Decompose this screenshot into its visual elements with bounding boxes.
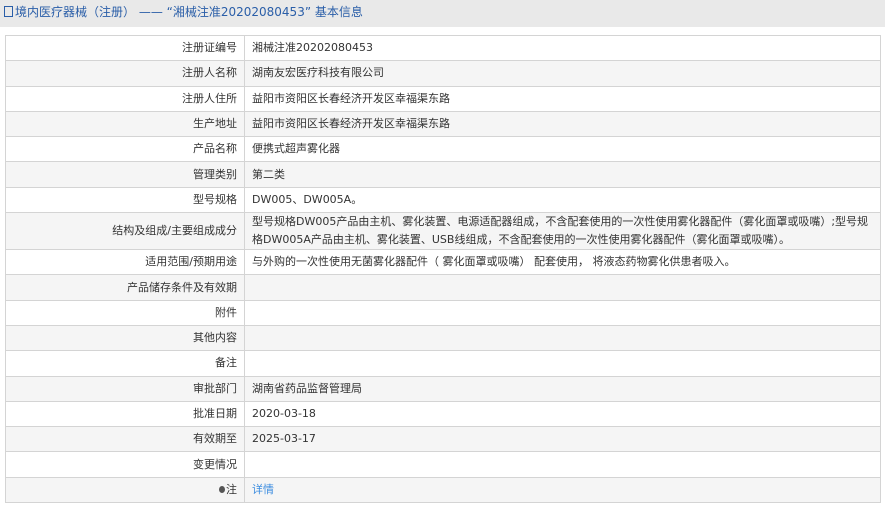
table-row: 有效期至 2025-03-17 — [5, 426, 881, 453]
field-label: 批准日期 — [5, 400, 245, 428]
table-row: 适用范围/预期用途 与外购的一次性使用无菌雾化器配件（ 雾化面罩或吸嘴） 配套使用… — [5, 249, 881, 276]
note-label: 注 — [226, 482, 237, 496]
page-title: 境内医疗器械（注册） —— “湘械注准20202080453” 基本信息 — [15, 5, 363, 19]
field-value — [244, 274, 881, 301]
note-row: 注 详情 — [5, 476, 881, 504]
field-value: 益阳市资阳区长春经济开发区幸福渠东路 — [244, 110, 881, 138]
table-row: 批准日期 2020-03-18 — [5, 400, 881, 428]
table-row: 生产地址 益阳市资阳区长春经济开发区幸福渠东路 — [5, 110, 881, 138]
field-value: 湖南省药品监督管理局 — [244, 375, 881, 402]
field-value — [244, 299, 881, 326]
field-value: 第二类 — [244, 161, 881, 188]
field-label: 注册人名称 — [5, 60, 245, 87]
table-row: 结构及组成/主要组成成分 型号规格DW005产品由主机、雾化装置、电源适配器组成，… — [5, 212, 881, 251]
field-label: 附件 — [5, 299, 245, 326]
field-value: 湖南友宏医疗科技有限公司 — [244, 60, 881, 87]
table-row: 变更情况 — [5, 451, 881, 478]
field-label: 注册证编号 — [5, 34, 245, 62]
field-value: 便携式超声雾化器 — [244, 136, 881, 163]
table-row: 产品储存条件及有效期 — [5, 274, 881, 301]
field-value: 益阳市资阳区长春经济开发区幸福渠东路 — [244, 85, 881, 112]
field-value: 与外购的一次性使用无菌雾化器配件（ 雾化面罩或吸嘴） 配套使用， 将液态药物雾化… — [244, 249, 881, 276]
note-label-cell: 注 — [5, 476, 245, 504]
field-label: 其他内容 — [5, 324, 245, 352]
field-label: 审批部门 — [5, 375, 245, 402]
field-value — [244, 451, 881, 478]
table-row: 注册人住所 益阳市资阳区长春经济开发区幸福渠东路 — [5, 85, 881, 112]
field-label: 生产地址 — [5, 110, 245, 138]
table-row: 备注 — [5, 350, 881, 377]
field-label: 产品名称 — [5, 136, 245, 163]
table-row: 产品名称 便携式超声雾化器 — [5, 136, 881, 163]
field-label: 管理类别 — [5, 161, 245, 188]
field-label: 变更情况 — [5, 451, 245, 478]
document-icon — [4, 6, 13, 17]
table-row: 注册证编号 湘械注准20202080453 — [5, 34, 881, 62]
table-row: 附件 — [5, 299, 881, 326]
table-row: 注册人名称 湖南友宏医疗科技有限公司 — [5, 60, 881, 87]
info-table: 注册证编号 湘械注准20202080453 注册人名称 湖南友宏医疗科技有限公司 注册人… — [5, 34, 881, 504]
field-value: 2025-03-17 — [244, 426, 881, 453]
table-row: 型号规格 DW005、DW005A。 — [5, 186, 881, 214]
field-label: 备注 — [5, 350, 245, 377]
field-value: DW005、DW005A。 — [244, 186, 881, 214]
field-value — [244, 324, 881, 352]
note-value: 详情 — [244, 476, 881, 504]
table-row: 其他内容 — [5, 324, 881, 352]
field-label: 结构及组成/主要组成成分 — [5, 212, 245, 251]
field-value — [244, 350, 881, 377]
details-link[interactable]: 详情 — [252, 483, 274, 496]
page-header: 境内医疗器械（注册） —— “湘械注准20202080453” 基本信息 — [0, 0, 885, 27]
field-label: 注册人住所 — [5, 85, 245, 112]
table-row: 管理类别 第二类 — [5, 161, 881, 188]
field-value: 型号规格DW005产品由主机、雾化装置、电源适配器组成，不含配套使用的一次性使用… — [244, 212, 881, 251]
field-value: 2020-03-18 — [244, 400, 881, 428]
field-label: 型号规格 — [5, 186, 245, 214]
field-label: 有效期至 — [5, 426, 245, 453]
field-label: 适用范围/预期用途 — [5, 249, 245, 276]
field-label: 产品储存条件及有效期 — [5, 274, 245, 301]
field-value: 湘械注准20202080453 — [244, 34, 881, 62]
table-row: 审批部门 湖南省药品监督管理局 — [5, 375, 881, 402]
pin-icon — [219, 485, 225, 493]
